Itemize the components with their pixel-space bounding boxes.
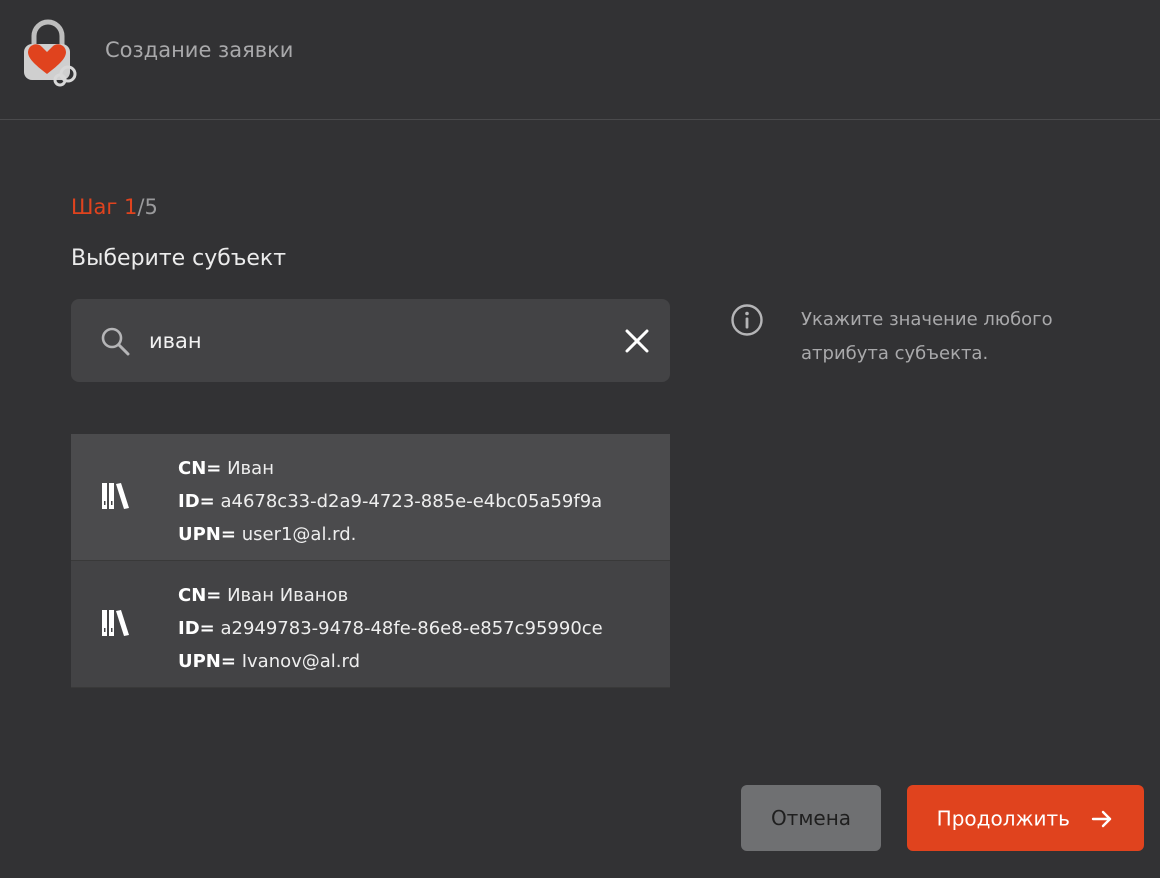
step-prefix: Шаг xyxy=(71,195,118,219)
lock-heart-logo xyxy=(24,19,77,87)
results-list: CN= Иван ID= a4678c33-d2a9-4723-885e-e4b… xyxy=(71,434,670,688)
continue-button-label: Продолжить xyxy=(936,806,1070,831)
cn-label: CN= xyxy=(178,585,222,606)
search-box xyxy=(71,299,670,382)
id-label: ID= xyxy=(178,618,215,639)
result-fields: CN= Иван Иванов ID= a2949783-9478-48fe-8… xyxy=(178,579,603,678)
search-input[interactable] xyxy=(149,323,609,359)
list-item[interactable]: CN= Иван ID= a4678c33-d2a9-4723-885e-e4b… xyxy=(71,434,670,561)
upn-value: Ivanov@al.rd xyxy=(241,651,361,672)
cn-value: Иван xyxy=(227,458,274,479)
header: Создание заявки xyxy=(0,0,1160,120)
close-icon[interactable] xyxy=(623,327,651,355)
cn-label: CN= xyxy=(178,458,222,479)
hint-text: Укажите значение любого атрибута субъект… xyxy=(801,309,1053,364)
result-fields: CN= Иван ID= a4678c33-d2a9-4723-885e-e4b… xyxy=(178,452,602,551)
cancel-button[interactable]: Отмена xyxy=(741,785,881,851)
id-label: ID= xyxy=(178,491,215,512)
upn-value: user1@al.rd. xyxy=(241,524,357,545)
step-indicator: Шаг 1/5 xyxy=(71,195,158,219)
list-item[interactable]: CN= Иван Иванов ID= a2949783-9478-48fe-8… xyxy=(71,561,670,688)
arrow-right-icon xyxy=(1092,810,1112,827)
cn-value: Иван Иванов xyxy=(227,585,349,606)
id-value: a4678c33-d2a9-4723-885e-e4bc05a59f9a xyxy=(220,491,603,512)
step-separator: / xyxy=(137,195,145,219)
page-title: Создание заявки xyxy=(105,38,294,62)
books-icon xyxy=(102,610,129,636)
info-icon xyxy=(731,304,763,336)
upn-label: UPN= xyxy=(178,651,236,672)
continue-button[interactable]: Продолжить xyxy=(907,785,1144,851)
upn-label: UPN= xyxy=(178,524,236,545)
books-icon xyxy=(102,483,129,509)
id-value: a2949783-9478-48fe-86e8-e857c95990ce xyxy=(220,618,603,639)
page: Создание заявки Шаг 1/5 Выберите субъект… xyxy=(0,0,1160,878)
step-current: 1 xyxy=(124,195,138,219)
search-icon xyxy=(101,327,130,356)
step-total: 5 xyxy=(144,195,158,219)
section-title: Выберите субъект xyxy=(71,246,287,271)
